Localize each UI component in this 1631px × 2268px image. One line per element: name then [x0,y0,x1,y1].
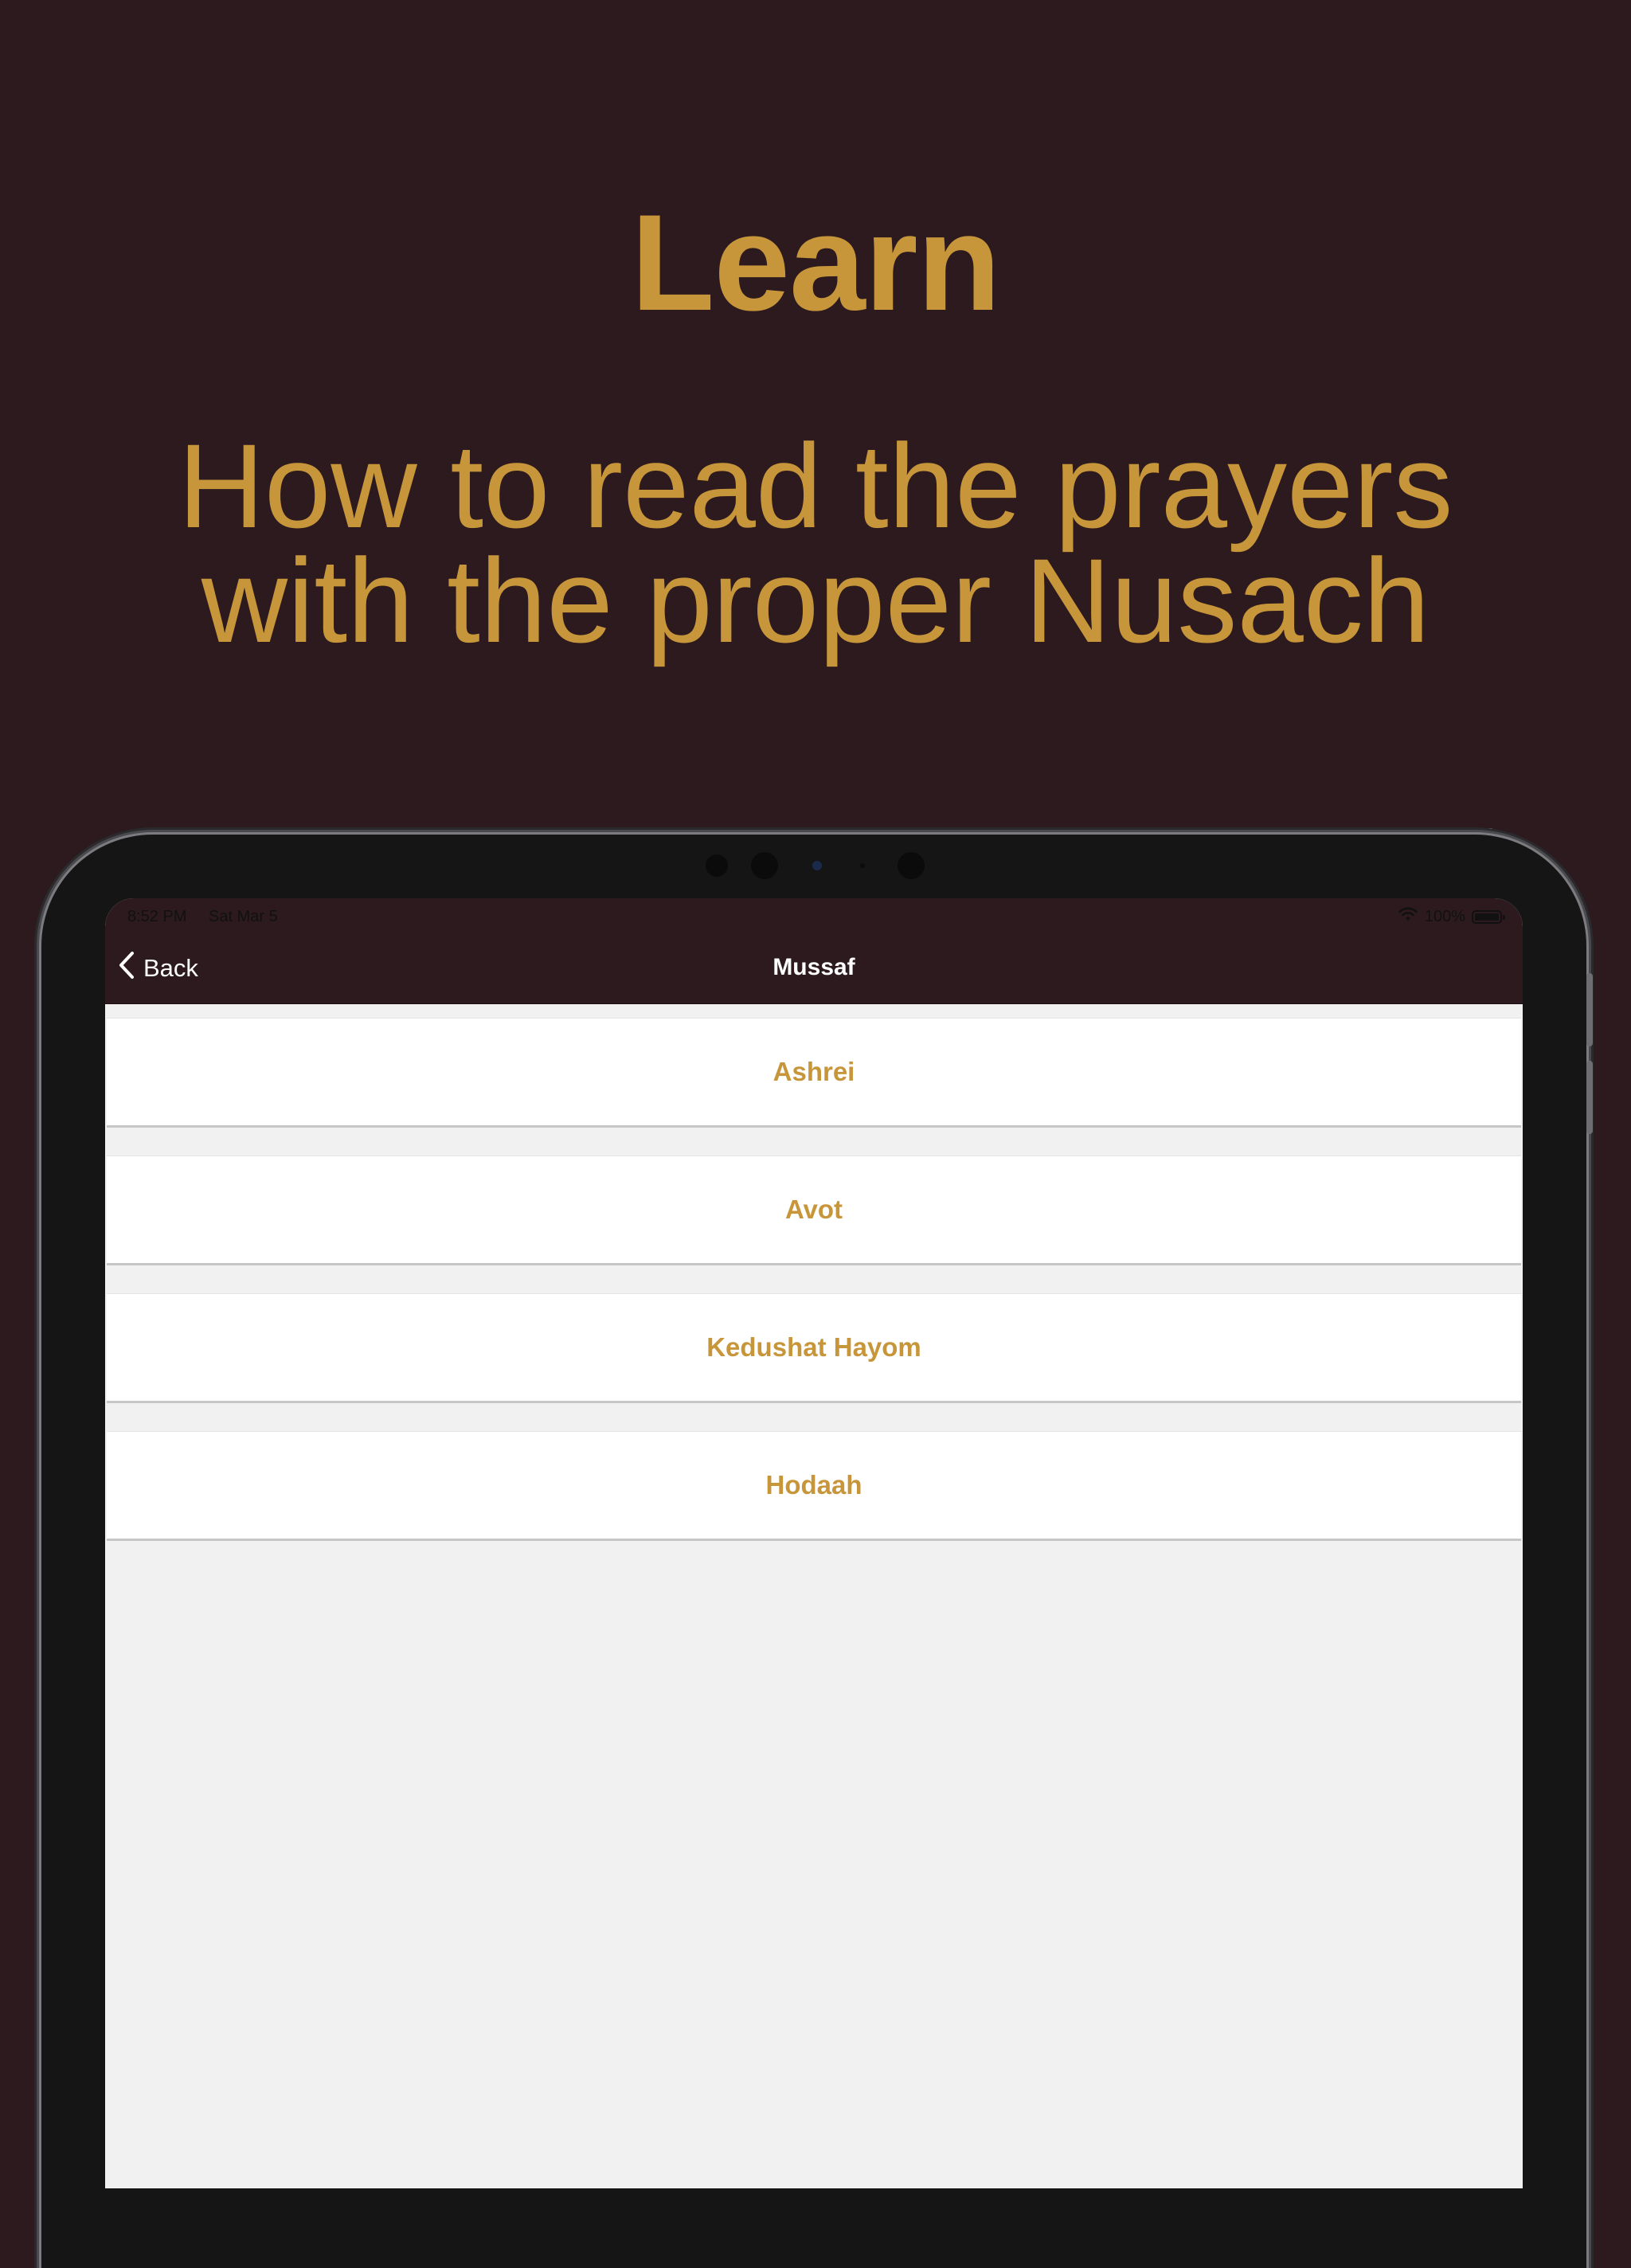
device-volume-down-button [1586,1061,1593,1134]
promo-subheadline: How to read the prayers with the proper … [0,419,1631,667]
status-date: Sat Mar 5 [209,908,278,925]
list-item-kedushat-hayom[interactable]: Kedushat Hayom [107,1293,1521,1403]
front-camera [812,861,822,870]
promo-headline: Learn [631,186,1000,339]
status-bar: 8:52 PM Sat Mar 5 100% [105,898,1523,935]
device-screen: 8:52 PM Sat Mar 5 100% Back Mussaf Ashre… [105,898,1523,2188]
battery-icon [1472,909,1505,924]
camera-sensor-3 [860,863,865,868]
list-item-avot[interactable]: Avot [107,1156,1521,1265]
camera-sensor-1 [706,854,728,877]
camera-sensor-4 [898,852,925,879]
status-right-group: 100% [1398,906,1505,927]
device-top-button [1410,828,1494,835]
list-item-ashrei[interactable]: Ashrei [107,1018,1521,1128]
nav-title: Mussaf [772,954,855,980]
wifi-icon [1398,906,1418,927]
list-item-hodaah[interactable]: Hodaah [107,1431,1521,1541]
device-volume-up-button [1586,973,1593,1046]
battery-percentage: 100% [1424,907,1465,925]
promo-subheadline-line-2: with the proper Nusach [201,534,1430,667]
camera-sensor-2 [751,852,778,879]
status-time: 8:52 PM [127,908,187,925]
promo-subheadline-line-1: How to read the prayers [178,419,1453,553]
navigation-bar: Back Mussaf [105,935,1523,1004]
